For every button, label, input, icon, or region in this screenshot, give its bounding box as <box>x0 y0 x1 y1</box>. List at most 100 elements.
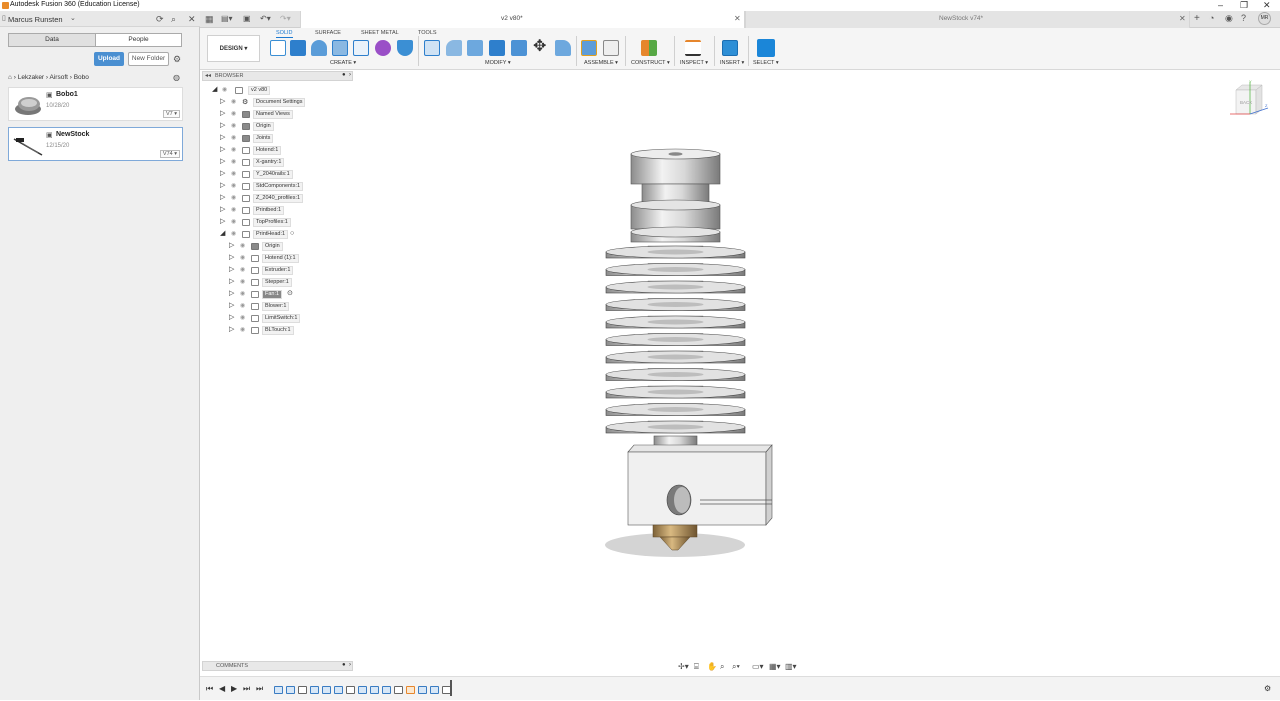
expand-triangle-icon[interactable]: ▷ <box>220 98 225 106</box>
visibility-eye-icon[interactable]: ◉ <box>231 122 236 130</box>
inspect-menu[interactable]: INSPECT ▾ <box>680 60 708 66</box>
visibility-eye-icon[interactable]: ◉ <box>240 254 245 262</box>
pattern-icon[interactable] <box>353 40 369 56</box>
refresh-icon[interactable]: ⟳ <box>156 14 164 24</box>
visibility-eye-icon[interactable]: ◉ <box>240 242 245 250</box>
tree-item[interactable]: ▷ ◉ Z_2040_profiles:1 <box>202 194 352 206</box>
visibility-eye-icon[interactable]: ◉ <box>231 182 236 190</box>
pin-icon[interactable]: ● <box>342 72 346 78</box>
breadcrumb-item[interactable]: Lekzaker <box>18 74 44 81</box>
expand-triangle-icon[interactable]: ▷ <box>220 170 225 178</box>
tab-sheet-metal[interactable]: SHEET METAL <box>361 30 399 36</box>
timeline-feature-icon[interactable] <box>310 686 319 694</box>
version-badge[interactable]: V7 ▾ <box>162 110 180 118</box>
measure-icon[interactable] <box>685 40 701 56</box>
timeline-feature-icon[interactable] <box>286 686 295 694</box>
team-icon[interactable]: ◍ <box>173 73 180 82</box>
visibility-eye-icon[interactable]: ◉ <box>231 110 236 118</box>
construct-menu[interactable]: CONSTRUCT ▾ <box>631 60 670 66</box>
insert-image-icon[interactable] <box>722 40 738 56</box>
tree-item[interactable]: ▷ ◉ Blower:1 <box>202 302 352 314</box>
visibility-eye-icon[interactable]: ◉ <box>240 326 245 334</box>
save-icon[interactable]: ▣ <box>243 14 251 23</box>
fit-icon[interactable]: ⌕▾ <box>732 662 740 672</box>
timeline-feature-icon[interactable] <box>430 686 439 694</box>
select-menu[interactable]: SELECT ▾ <box>753 60 779 66</box>
file-menu-icon[interactable]: ▤▾ <box>221 14 233 23</box>
tree-item[interactable]: ▷ ◉ Hotend:1 <box>202 146 352 158</box>
tab-people[interactable]: People <box>95 34 181 46</box>
tree-item[interactable]: ▷ ◉ Origin <box>202 122 352 134</box>
new-tab-icon[interactable]: + <box>1194 13 1200 24</box>
tab-tools[interactable]: TOOLS <box>418 30 437 36</box>
visibility-eye-icon[interactable]: ◉ <box>231 206 236 214</box>
visibility-eye-icon[interactable]: ◉ <box>231 194 236 202</box>
select-icon[interactable] <box>757 39 775 57</box>
combine-icon[interactable] <box>511 40 527 56</box>
expand-triangle-icon[interactable]: ▷ <box>229 278 234 286</box>
form-icon[interactable] <box>375 40 391 56</box>
modify-menu[interactable]: MODIFY ▾ <box>485 60 511 66</box>
tab-solid[interactable]: SOLID <box>276 30 293 38</box>
visibility-eye-icon[interactable]: ◉ <box>231 158 236 166</box>
timeline-feature-icon[interactable] <box>406 686 415 694</box>
tree-item[interactable]: ▷ ◉ TopProfiles:1 <box>202 218 352 230</box>
redo-icon[interactable]: ↷▾ <box>280 14 291 23</box>
grid-settings-icon[interactable]: ▦▾ <box>769 662 781 671</box>
gear-icon[interactable]: ⚙ <box>173 54 181 65</box>
tree-item[interactable]: ▷ ◉ Stepper:1 <box>202 278 352 290</box>
tree-item[interactable]: ◢ ◉ PrintHead:1 ○ <box>202 230 352 242</box>
look-at-icon[interactable]: ⌸ <box>694 662 699 672</box>
collapse-icon[interactable]: ◂◂ <box>205 72 211 79</box>
timeline-feature-icon[interactable] <box>370 686 379 694</box>
timeline-feature-icon[interactable] <box>346 686 355 694</box>
avatar[interactable]: MR <box>1258 12 1271 25</box>
breadcrumb-item[interactable]: Bobo <box>74 74 89 81</box>
version-badge[interactable]: V74 ▾ <box>159 150 180 158</box>
undo-icon[interactable]: ↶▾ <box>260 14 271 23</box>
tree-item[interactable]: ▷ ◉ LimitSwitch:1 <box>202 314 352 326</box>
file-card-bobo1[interactable]: ▣ Bobo1 10/28/20 V7 ▾ <box>8 87 183 121</box>
tree-item[interactable]: ▷ ◉ ⚙ Document Settings <box>202 98 352 110</box>
search-icon[interactable]: ⌕ <box>171 14 176 24</box>
close-tab-icon[interactable]: ✕ <box>734 14 741 23</box>
expand-icon[interactable]: › <box>349 72 351 78</box>
visibility-eye-icon[interactable]: ◉ <box>222 86 227 94</box>
press-pull-icon[interactable] <box>424 40 440 56</box>
tree-item[interactable]: ▷ ◉ Fan:1 ⊙ <box>202 290 352 302</box>
timeline-feature-icon[interactable] <box>358 686 367 694</box>
activate-component-icon[interactable]: ⊙ <box>287 290 293 298</box>
expand-triangle-icon[interactable]: ▷ <box>220 218 225 226</box>
maximize-button[interactable]: ❐ <box>1240 0 1248 10</box>
expand-triangle-icon[interactable]: ▷ <box>229 254 234 262</box>
browser-header[interactable]: ◂◂ BROWSER ● › <box>202 71 353 81</box>
timeline-settings-icon[interactable]: ⚙ <box>1264 684 1271 694</box>
first-step-icon[interactable]: ⏮ <box>206 684 213 694</box>
viewcube[interactable]: BACK X Y Z <box>1230 80 1270 120</box>
expand-icon[interactable]: › <box>349 662 351 668</box>
visibility-eye-icon[interactable]: ◉ <box>240 302 245 310</box>
help-icon[interactable]: ? <box>1241 13 1246 23</box>
notifications-icon[interactable]: ◉ <box>1225 13 1233 24</box>
expand-triangle-icon[interactable]: ◢ <box>212 86 217 94</box>
visibility-eye-icon[interactable]: ◉ <box>240 266 245 274</box>
pin-icon[interactable]: ● <box>342 662 346 668</box>
doc-tab-newstock[interactable]: NewStock v74* ✕ <box>745 11 1190 28</box>
timeline-marker[interactable] <box>450 680 452 696</box>
prev-step-icon[interactable]: ◀ <box>219 684 225 694</box>
tree-item[interactable]: ▷ ◉ Hotend (1):1 <box>202 254 352 266</box>
joint-icon[interactable] <box>603 40 619 56</box>
display-settings-icon[interactable]: ▭▾ <box>752 662 764 671</box>
offset-plane-icon[interactable] <box>641 40 657 56</box>
tree-item[interactable]: ▷ ◉ Printbed:1 <box>202 206 352 218</box>
expand-triangle-icon[interactable]: ▷ <box>220 206 225 214</box>
last-step-icon[interactable]: ⏭ <box>256 684 263 694</box>
hole-icon[interactable] <box>332 40 348 56</box>
close-icon[interactable]: ✕ <box>188 14 196 24</box>
visibility-eye-icon[interactable]: ◉ <box>231 230 236 238</box>
tree-root[interactable]: ◢ ◉ v2 v80 <box>202 86 352 98</box>
tab-surface[interactable]: SURFACE <box>315 30 341 36</box>
upload-button[interactable]: Upload <box>94 52 124 66</box>
pan-icon[interactable]: ✋ <box>707 662 717 671</box>
shell-icon[interactable] <box>489 40 505 56</box>
